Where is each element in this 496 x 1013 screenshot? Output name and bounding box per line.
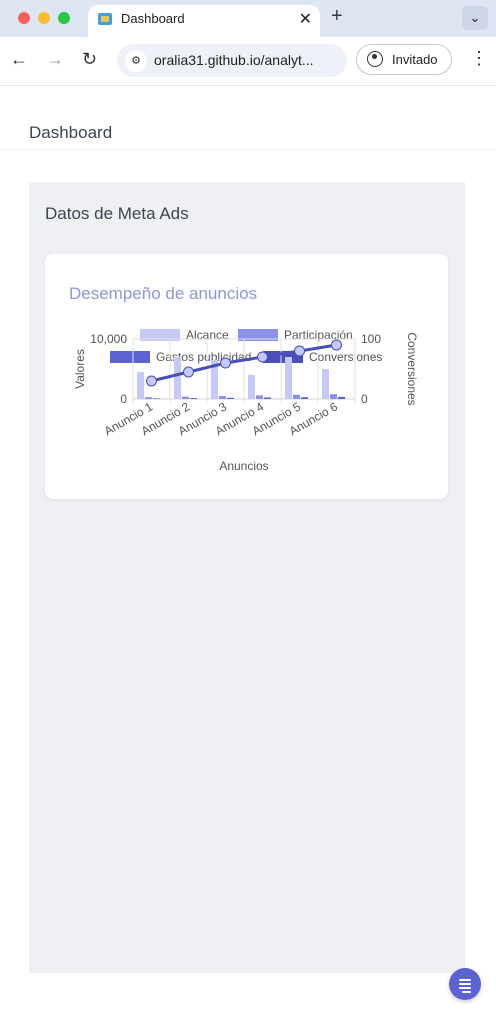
window-minimize-dot[interactable] (38, 12, 50, 24)
bar (256, 395, 263, 399)
fab-line (459, 987, 471, 989)
site-settings-icon[interactable]: ⚙ (125, 50, 147, 72)
page-header: Dashboard (0, 86, 496, 150)
bar (174, 357, 181, 399)
tab-close-icon[interactable]: ✕ (299, 9, 312, 29)
address-bar[interactable]: ⚙ oralia31.github.io/analyt... (117, 44, 347, 77)
legend-label: Conversiones (309, 350, 382, 364)
bar (264, 397, 271, 399)
reload-icon[interactable]: ↻ (82, 49, 97, 70)
forward-arrow-icon[interactable]: → (46, 49, 64, 70)
bar (248, 375, 255, 399)
y2-axis-title: Conversiones (405, 332, 419, 405)
conversions-point (220, 357, 231, 369)
browser-tab[interactable]: Dashboard ✕ (88, 5, 320, 37)
tab-title: Dashboard (121, 11, 185, 26)
bar (293, 394, 300, 399)
y2-tick-label: 0 (361, 392, 368, 406)
fab-line (459, 979, 471, 981)
ads-performance-chart: Alcance ParticipaciónGastos publicidad Con… (73, 328, 419, 473)
meta-ads-section: Datos de Meta Ads Desempeño de anuncios … (29, 182, 465, 973)
window-close-dot[interactable] (18, 12, 30, 24)
floating-menu-button[interactable] (449, 968, 481, 1000)
new-tab-icon[interactable]: + (331, 5, 343, 28)
bar (338, 396, 345, 399)
tab-search-chevron-icon[interactable]: ⌄ (462, 6, 488, 30)
conversions-point (146, 375, 157, 387)
conversions-point (294, 345, 305, 357)
guest-label: Invitado (392, 52, 438, 67)
fab-line (462, 991, 471, 993)
profile-icon (367, 51, 383, 67)
bar (285, 357, 292, 399)
bar (190, 398, 197, 399)
card-title: Desempeño de anuncios (69, 284, 258, 303)
browser-toolbar: ← → ↻ ⚙ oralia31.github.io/analyt... Inv… (0, 37, 496, 86)
y2-tick-label: 100 (361, 332, 381, 346)
bar (137, 372, 144, 399)
back-arrow-icon[interactable]: ← (10, 49, 28, 70)
y-tick-label: 10,000 (90, 332, 127, 346)
bar (219, 396, 226, 399)
guest-profile-button[interactable]: Invitado (356, 44, 452, 75)
conversions-point (183, 366, 194, 378)
browser-menu-icon[interactable]: ⋮ (470, 48, 488, 69)
fab-line (459, 983, 471, 985)
bar (145, 397, 152, 399)
bar (301, 397, 308, 399)
conversions-point (331, 339, 342, 351)
bar (153, 398, 160, 399)
x-axis-title: Anuncios (219, 459, 268, 473)
conversions-point (257, 351, 268, 363)
favicon-icon (98, 13, 112, 25)
url-text: oralia31.github.io/analyt... (154, 52, 314, 68)
legend-swatch (110, 351, 150, 363)
ads-performance-card: Desempeño de anuncios Alcance Participaci… (45, 254, 448, 499)
y-tick-label: 0 (120, 392, 127, 406)
y-axis-title: Valores (73, 349, 87, 389)
bar (182, 396, 189, 399)
bar (227, 397, 234, 399)
browser-tab-strip: Dashboard ✕ + ⌄ (0, 0, 496, 37)
bar (330, 394, 337, 399)
bar (322, 369, 329, 399)
legend-label: Alcance (186, 328, 229, 342)
window-zoom-dot[interactable] (58, 12, 70, 24)
section-title: Datos de Meta Ads (45, 204, 189, 223)
page-title: Dashboard (29, 123, 113, 142)
